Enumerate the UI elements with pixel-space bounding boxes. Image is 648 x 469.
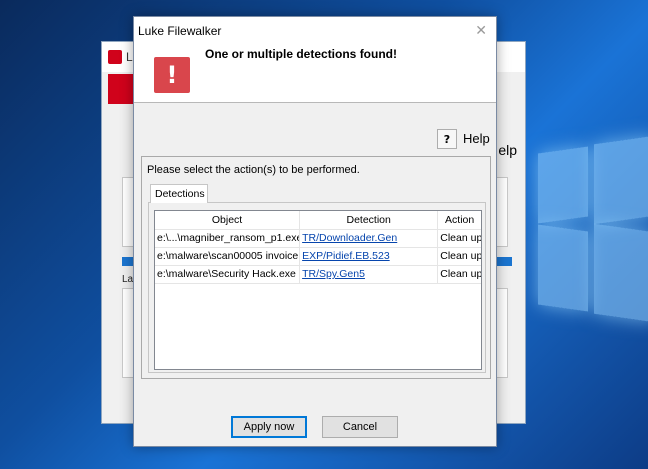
column-header-detection[interactable]: Detection	[300, 211, 439, 229]
dialog-header: Luke Filewalker ✕ ! One or multiple dete…	[134, 17, 496, 103]
column-header-action[interactable]: Action	[438, 211, 481, 229]
table-row[interactable]: e:\malware\Security Hack.exe TR/Spy.Gen5…	[155, 266, 481, 284]
cancel-button[interactable]: Cancel	[322, 416, 398, 438]
tab-detections[interactable]: Detections	[150, 184, 208, 203]
windows-logo	[528, 120, 648, 400]
table-header: Object Detection Action	[155, 211, 481, 230]
help-link[interactable]: Help	[463, 131, 490, 146]
object-cell: e:\malware\scan00005 invoice.pdf	[155, 248, 301, 265]
dialog-heading: One or multiple detections found!	[205, 47, 397, 61]
close-icon[interactable]: ✕	[475, 22, 487, 39]
action-cell[interactable]: Clean up	[438, 230, 481, 247]
help-icon[interactable]: ?	[437, 129, 457, 149]
dialog-title: Luke Filewalker	[138, 24, 222, 38]
detection-link[interactable]: TR/Spy.Gen5	[302, 268, 365, 280]
alert-icon: !	[154, 57, 190, 93]
detections-group: Please select the action(s) to be perfor…	[141, 156, 491, 379]
apply-now-button[interactable]: Apply now	[231, 416, 307, 438]
detection-link[interactable]: TR/Downloader.Gen	[302, 232, 397, 244]
detection-link[interactable]: EXP/Pidief.EB.523	[302, 250, 390, 262]
action-cell[interactable]: Clean up	[438, 248, 481, 265]
table-row[interactable]: e:\...\magniber_ransom_p1.exe TR/Downloa…	[155, 230, 481, 248]
tab-panel: Object Detection Action e:\...\magniber_…	[148, 202, 486, 373]
action-cell[interactable]: Clean up	[438, 266, 481, 283]
table-row[interactable]: e:\malware\scan00005 invoice.pdf EXP/Pid…	[155, 248, 481, 266]
object-cell: e:\malware\Security Hack.exe	[155, 266, 301, 283]
background-help-label: elp	[498, 142, 517, 158]
column-header-object[interactable]: Object	[155, 211, 301, 229]
avira-small-icon	[108, 50, 122, 64]
detections-dialog: Luke Filewalker ✕ ! One or multiple dete…	[133, 16, 497, 447]
instruction-text: Please select the action(s) to be perfor…	[147, 164, 360, 176]
detections-table: Object Detection Action e:\...\magniber_…	[154, 210, 482, 370]
object-cell: e:\...\magniber_ransom_p1.exe	[155, 230, 301, 247]
